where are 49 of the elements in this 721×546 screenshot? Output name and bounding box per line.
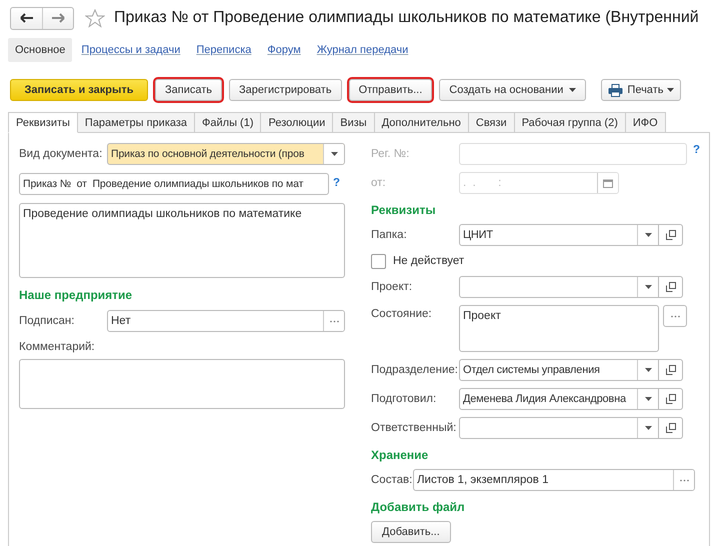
field-label: Проект: (371, 280, 414, 294)
section-heading: Наше предприятие (19, 288, 134, 302)
input-field[interactable]: ЦНИТ (459, 224, 659, 246)
nav-link[interactable]: Журнал передачи (310, 38, 416, 62)
field-label: Состав: (371, 473, 413, 487)
tab[interactable]: ИФО (626, 112, 666, 133)
field-label: Комментарий: (19, 340, 96, 354)
field-label: Вид документа: (19, 147, 104, 161)
tab[interactable]: Связи (468, 112, 515, 133)
field-label: Папка: (371, 228, 408, 242)
window-title: Приказ № от Проведение олимпиады школьников по математике (Внутренний (114, 11, 699, 25)
print-button[interactable]: Печать (601, 79, 682, 101)
field-label: Рег. №: (371, 147, 410, 161)
input-field[interactable]: Деменева Лидия Александровна (459, 388, 659, 410)
input-field[interactable]: Проведение олимпиады школьников по математике (19, 203, 345, 278)
save-close-button[interactable]: Записать и закрыть (10, 79, 148, 101)
toolbar-button[interactable]: Создать на основании (439, 79, 586, 101)
checkbox-label: Не действует (393, 254, 464, 268)
nav-link[interactable]: Форум (260, 38, 308, 62)
tab[interactable]: Рабочая группа (2) (514, 112, 626, 133)
field-label: Ответственный: (371, 421, 458, 435)
field-label: Подразделение: (371, 363, 459, 377)
help-icon[interactable]: ? (333, 176, 343, 190)
tab[interactable]: Реквизиты (8, 112, 78, 133)
section-heading: Реквизиты (371, 203, 437, 217)
field-label: Подготовил: (371, 392, 438, 406)
field-label: Подписан: (19, 314, 76, 328)
input-field[interactable]: Приказ № от Проведение олимпиады школьников по мат (19, 173, 329, 195)
tab[interactable]: Файлы (1) (195, 112, 262, 133)
field-label: Состояние: (371, 307, 433, 321)
input-field[interactable]: Приказ по основной деятельности (пров (107, 143, 345, 165)
nav-link[interactable]: Процессы и задачи (74, 38, 188, 62)
toolbar-button[interactable]: Отправить... (348, 79, 432, 101)
section-heading: Добавить файл (371, 500, 466, 514)
tab[interactable]: Резолюции (261, 112, 334, 133)
toolbar-button[interactable]: Зарегистрировать (229, 79, 342, 101)
input-field[interactable]: Проект (459, 305, 659, 352)
tab[interactable]: Визы (333, 112, 375, 133)
tab[interactable]: Дополнительно (374, 112, 469, 133)
toolbar-button[interactable]: Записать (155, 79, 222, 101)
input-field[interactable]: Отдел системы управления (459, 359, 659, 381)
input-field[interactable]: Нет (107, 310, 345, 332)
nav-link[interactable]: Переписка (189, 38, 258, 62)
nav-link[interactable]: Основное (8, 38, 72, 62)
add-button[interactable]: Добавить... (371, 521, 451, 543)
field-label: от: (371, 176, 387, 190)
section-heading: Хранение (371, 448, 430, 462)
input-field[interactable]: Листов 1, экземпляров 1 (413, 469, 695, 491)
tab[interactable]: Параметры приказа (78, 112, 196, 133)
